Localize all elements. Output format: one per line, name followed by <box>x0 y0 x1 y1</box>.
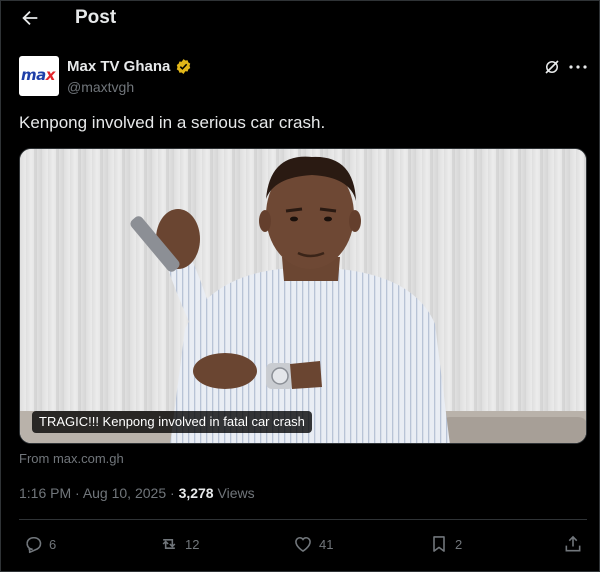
page-title: Post <box>75 7 117 28</box>
post-time[interactable]: 1:16 PM <box>19 485 71 501</box>
media-photo <box>20 149 586 443</box>
meta-separator: · <box>166 485 179 501</box>
media-caption: TRAGIC!!! Kenpong involved in fatal car … <box>32 411 312 433</box>
verified-badge-icon[interactable] <box>175 58 192 75</box>
grok-icon[interactable] <box>543 58 561 76</box>
like-button[interactable]: 41 <box>293 533 333 555</box>
post-text: Kenpong involved in a serious car crash. <box>19 113 326 132</box>
reply-count: 6 <box>49 536 57 552</box>
avatar-logo-main: ma <box>21 66 46 84</box>
repost-count: 12 <box>185 536 200 552</box>
header: Post <box>1 1 600 37</box>
link-source[interactable]: From max.com.gh <box>19 451 124 466</box>
views-label: Views <box>213 485 255 501</box>
repost-icon <box>162 539 176 549</box>
arrow-left-icon[interactable] <box>19 7 41 29</box>
meta-separator: · <box>71 485 83 501</box>
avatar[interactable]: max <box>19 56 59 96</box>
avatar-logo: max <box>21 66 55 84</box>
heart-icon <box>295 536 311 553</box>
share-button[interactable] <box>563 533 589 555</box>
share-icon <box>565 535 581 552</box>
author-handle[interactable]: @maxtvgh <box>67 79 134 95</box>
reply-icon <box>26 536 42 554</box>
divider <box>19 519 587 520</box>
author-name[interactable]: Max TV Ghana <box>67 58 170 75</box>
bookmark-button[interactable]: 2 <box>429 533 462 555</box>
post-date[interactable]: Aug 10, 2025 <box>83 485 166 501</box>
post-meta: 1:16 PM · Aug 10, 2025 · 3,278 Views <box>19 485 255 501</box>
like-count: 41 <box>319 536 334 552</box>
bookmark-icon <box>433 536 445 552</box>
repost-button[interactable]: 12 <box>159 533 199 555</box>
views-count: 3,278 <box>178 485 214 501</box>
reply-button[interactable]: 6 <box>23 533 56 555</box>
post-media[interactable]: TRAGIC!!! Kenpong involved in fatal car … <box>19 148 587 444</box>
avatar-logo-accent: x <box>45 66 56 84</box>
bookmark-count: 2 <box>455 536 463 552</box>
more-icon[interactable] <box>569 65 587 69</box>
post-page: Post max Max TV Ghana @maxtvgh Kenpong i… <box>0 0 600 572</box>
